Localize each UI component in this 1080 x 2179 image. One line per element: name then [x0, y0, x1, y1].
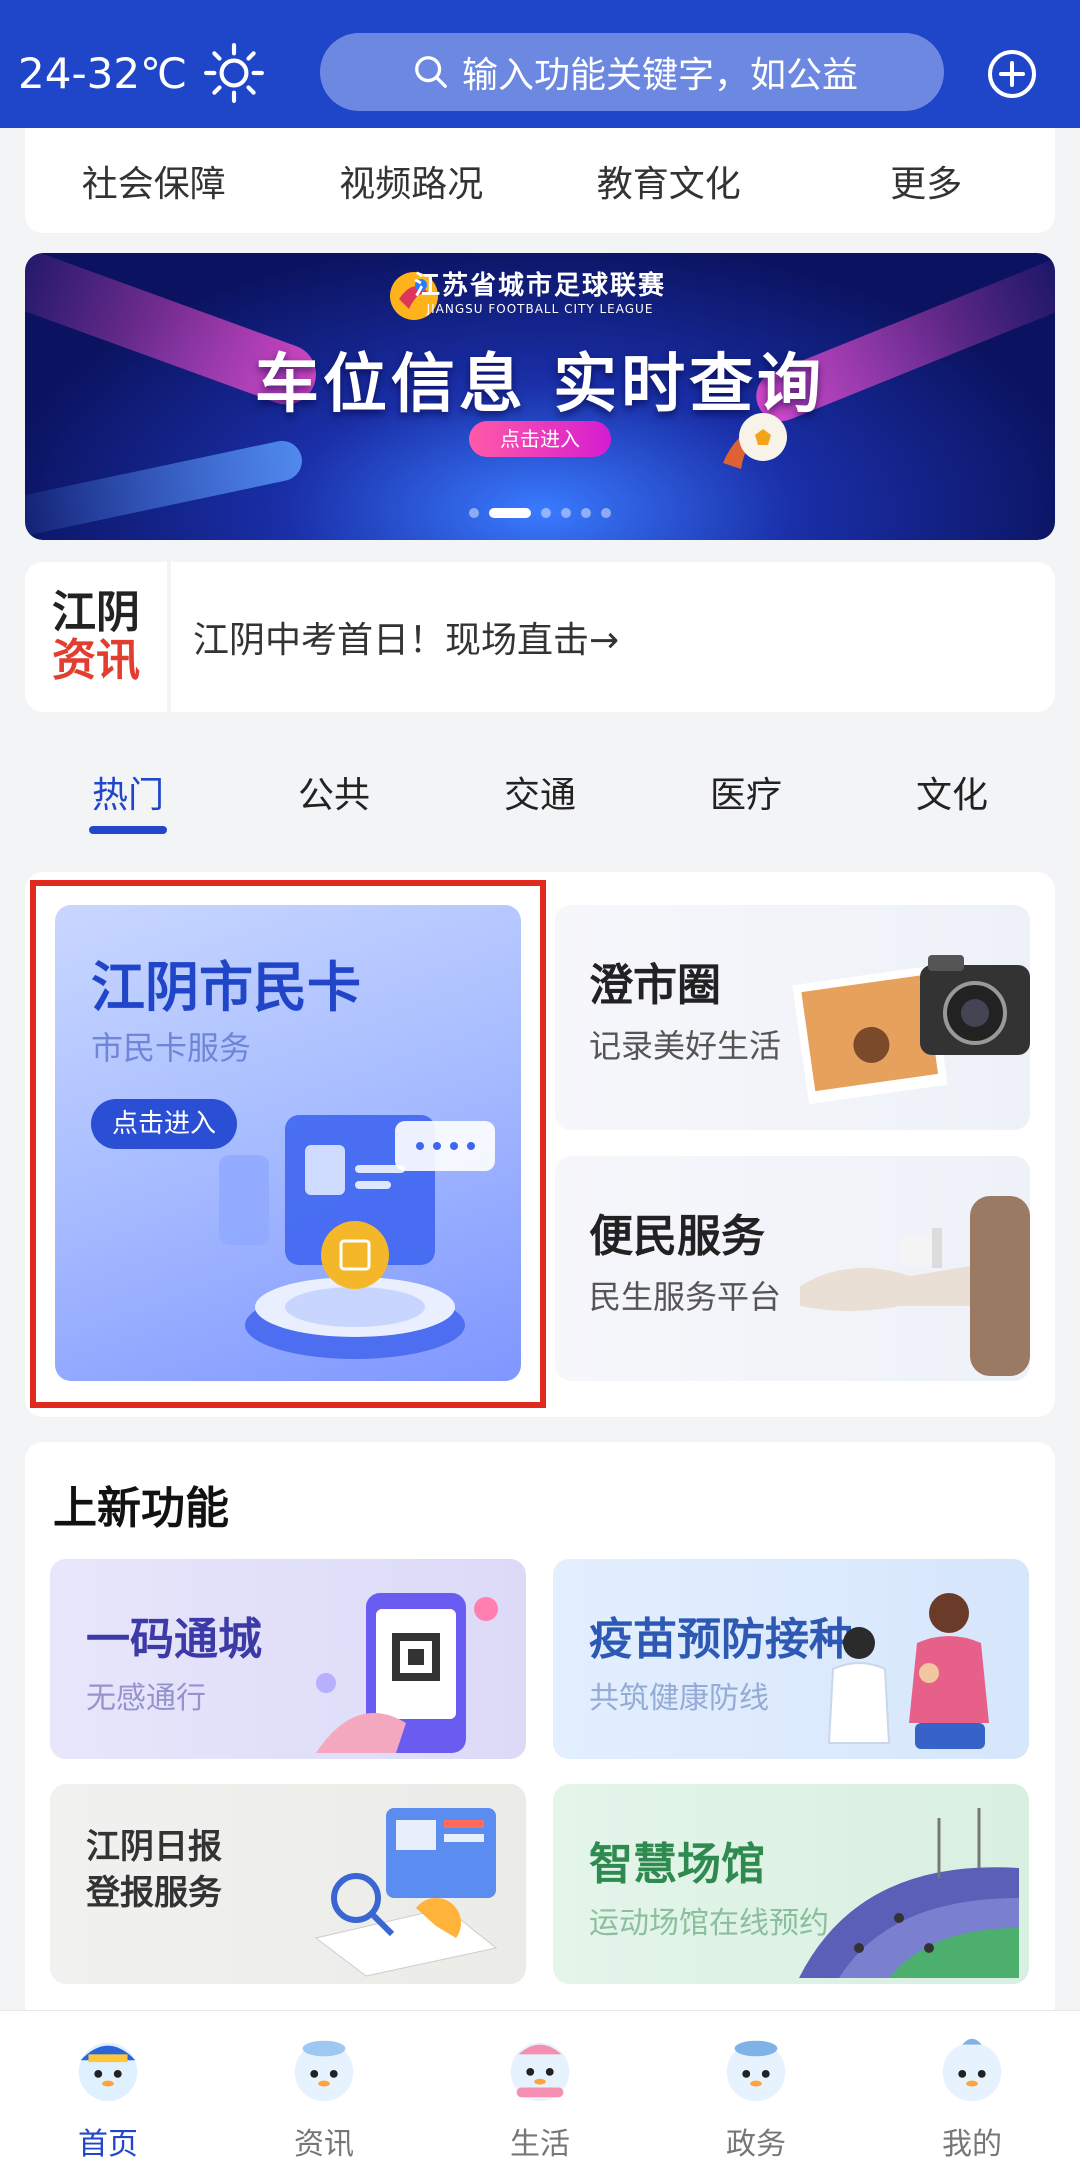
card-subtitle: 共筑健康防线 — [589, 1681, 769, 1716]
nav-life[interactable]: 生活 — [432, 2011, 648, 2179]
tab-culture[interactable]: 文化 — [849, 760, 1055, 840]
smart-venue-card[interactable]: 智慧场馆 运动场馆在线预约 — [553, 1784, 1029, 1984]
nav-label: 资讯 — [294, 2127, 354, 2162]
profile-mascot-icon — [942, 2038, 1002, 2102]
card-subtitle: 无感通行 — [86, 1681, 206, 1716]
nav-government[interactable]: 政务 — [648, 2011, 864, 2179]
bianmin-service-subtitle: 民生服务平台 — [589, 1278, 782, 1316]
temperature-range: 24-32℃ — [18, 48, 188, 98]
service-category-strip: 社会保障 视频路况 教育文化 更多 — [25, 128, 1055, 233]
category-video-traffic[interactable]: 视频路况 — [283, 155, 541, 207]
bianmin-service-tile[interactable]: 便民服务 民生服务平台 — [555, 1156, 1030, 1381]
tab-medical[interactable]: 医疗 — [643, 760, 849, 840]
carousel-dot[interactable] — [601, 508, 611, 518]
chengshiquan-subtitle: 记录美好生活 — [589, 1027, 782, 1065]
daily-news-ad-card[interactable]: 江阴日报 登报服务 — [50, 1784, 526, 1984]
banner-light-streak — [25, 437, 306, 540]
nav-home[interactable]: 首页 — [0, 2011, 216, 2179]
card-title: 一码通城 — [86, 1614, 262, 1665]
card-title: 智慧场馆 — [589, 1839, 765, 1890]
football-icon — [723, 413, 787, 469]
life-mascot-icon — [510, 2042, 570, 2102]
nav-news[interactable]: 资讯 — [216, 2011, 432, 2179]
bianmin-service-title: 便民服务 — [589, 1211, 765, 1262]
newspaper-analytics-illustration — [314, 1808, 498, 1977]
category-more[interactable]: 更多 — [798, 155, 1056, 207]
card-subtitle: 运动场馆在线预约 — [589, 1906, 829, 1941]
nav-label: 我的 — [942, 2127, 1002, 2162]
chengshiquan-title: 澄市圈 — [589, 960, 721, 1011]
news-mascot-icon — [294, 2040, 354, 2102]
carousel-indicator — [25, 508, 1055, 518]
nav-label: 生活 — [510, 2127, 570, 2162]
jiangyin-news-logo: 江阴 资讯 — [25, 562, 171, 712]
photo-camera-illustration — [792, 955, 1030, 1105]
highlight-box — [30, 880, 546, 1408]
promo-banner[interactable]: 江苏省城市足球联赛 JIANGSU FOOTBALL CITY LEAGUE 车… — [25, 253, 1055, 540]
carousel-dot[interactable] — [561, 508, 571, 518]
chengshiquan-tile[interactable]: 澄市圈 记录美好生活 — [555, 905, 1030, 1130]
news-headline[interactable]: 江阴中考首日！现场直击→ — [193, 611, 619, 663]
sun-icon — [204, 43, 265, 103]
nav-label: 政务 — [726, 2127, 786, 2162]
one-code-city-card[interactable]: 一码通城 无感通行 — [50, 1559, 526, 1759]
nav-label: 首页 — [78, 2127, 138, 2162]
bottom-navigation: 首页 资讯 生活 政务 我的 — [0, 2010, 1080, 2179]
weather-widget[interactable]: 24-32℃ — [18, 42, 265, 104]
news-ticker[interactable]: 江阴 资讯 江阴中考首日！现场直击→ — [25, 562, 1055, 712]
category-tabs: 热门 公共 交通 医疗 文化 — [25, 760, 1055, 840]
carousel-dot[interactable] — [581, 508, 591, 518]
tab-public[interactable]: 公共 — [231, 760, 437, 840]
search-bar[interactable]: 输入功能关键字，如公益 — [320, 33, 944, 111]
search-placeholder: 输入功能关键字，如公益 — [462, 55, 859, 96]
category-education-culture[interactable]: 教育文化 — [540, 155, 798, 207]
add-icon[interactable] — [986, 48, 1038, 100]
banner-enter-button[interactable]: 点击进入 — [469, 421, 611, 457]
card-title: 江阴日报 登报服务 — [86, 1827, 222, 1913]
qr-phone-illustration — [316, 1593, 498, 1753]
home-mascot-icon — [78, 2042, 138, 2102]
service-hands-illustration — [800, 1196, 1030, 1376]
league-name: 江苏省城市足球联赛 JIANGSU FOOTBALL CITY LEAGUE — [413, 271, 666, 316]
vaccine-card[interactable]: 疫苗预防接种 共筑健康防线 — [553, 1559, 1029, 1759]
vaccination-illustration — [827, 1593, 989, 1749]
government-mascot-icon — [726, 2040, 786, 2102]
section-title: 上新功能 — [53, 1483, 229, 1534]
carousel-dot[interactable] — [469, 508, 479, 518]
category-social-security[interactable]: 社会保障 — [25, 155, 283, 207]
banner-title: 车位信息 实时查询 — [254, 348, 826, 422]
carousel-dot-active[interactable] — [489, 508, 531, 518]
tab-traffic[interactable]: 交通 — [437, 760, 643, 840]
top-header: 24-32℃ 输入功能关键字，如公益 — [0, 0, 1080, 128]
carousel-dot[interactable] — [541, 508, 551, 518]
stadium-track-illustration — [799, 1808, 1019, 1978]
tab-hot[interactable]: 热门 — [25, 760, 231, 840]
nav-mine[interactable]: 我的 — [864, 2011, 1080, 2179]
search-icon — [415, 56, 447, 88]
